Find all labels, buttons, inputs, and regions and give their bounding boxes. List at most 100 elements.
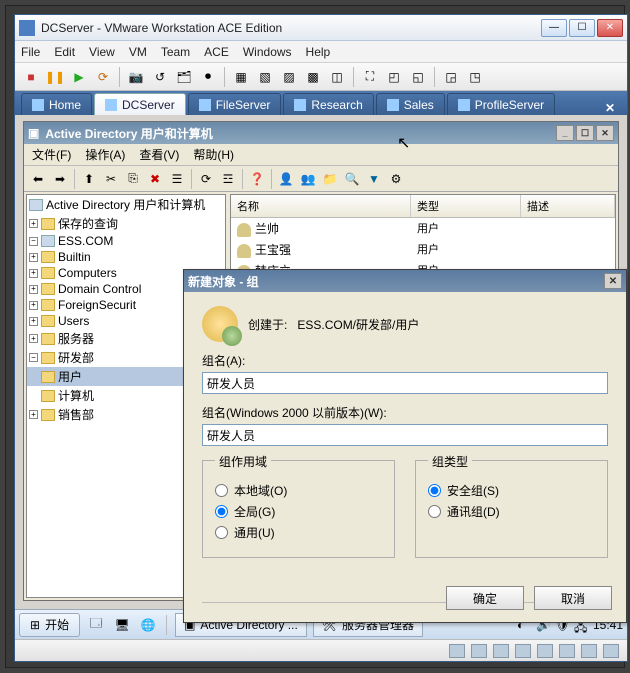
tab-fileserver[interactable]: FileServer [188,93,282,115]
col-type[interactable]: 类型 [411,195,521,217]
status-floppy-icon[interactable] [493,644,509,658]
unity-icon[interactable]: ◰ [384,67,404,87]
maximize-button[interactable]: ☐ [569,19,595,37]
tb-icon-6[interactable]: ◱ [408,67,428,87]
tab-research[interactable]: Research [283,93,373,115]
list-row[interactable]: 王宝强用户 [231,239,615,260]
status-sound-icon[interactable] [559,644,575,658]
quick-ie-icon[interactable]: 🌐 [138,615,158,635]
group-name-input[interactable] [202,372,608,394]
dialog-titlebar: 新建对象 - 组 ✕ [184,270,626,292]
reset-icon[interactable]: ⟳ [93,67,113,87]
tb-icon-8[interactable]: ◳ [465,67,485,87]
status-hd-icon[interactable] [449,644,465,658]
type-dist-radio[interactable] [428,505,441,518]
tb-icon-7[interactable]: ◲ [441,67,461,87]
ad-menu-view[interactable]: 查看(V) [139,146,179,163]
tb-icon-2[interactable]: ▧ [255,67,275,87]
tab-close-icon[interactable]: ✕ [599,101,621,115]
ad-menu-action[interactable]: 操作(A) [85,146,125,163]
tb-icon-4[interactable]: ▩ [303,67,323,87]
status-printer-icon[interactable] [581,644,597,658]
refresh-icon[interactable]: ⟳ [196,169,216,189]
menu-view[interactable]: View [89,45,115,59]
status-usb-icon[interactable] [537,644,553,658]
status-tools-icon[interactable] [603,644,619,658]
ad-close-button[interactable]: ✕ [596,125,614,141]
new-user-icon[interactable]: 👤 [276,169,296,189]
quick-explorer-icon[interactable]: 🗔 [86,615,106,635]
filter-icon[interactable]: ▼ [364,169,384,189]
ou-icon [41,390,55,402]
menu-team[interactable]: Team [161,45,190,59]
dialog-close-button[interactable]: ✕ [604,273,622,289]
minimize-button[interactable]: — [541,19,567,37]
monitor-icon [105,99,117,111]
forward-icon[interactable]: ➡ [50,169,70,189]
ad-root-icon [29,199,43,211]
find-icon[interactable]: 🔍 [342,169,362,189]
menu-file[interactable]: File [21,45,40,59]
ad-menu-file[interactable]: 文件(F) [32,146,71,163]
up-icon[interactable]: ⬆ [79,169,99,189]
menu-edit[interactable]: Edit [54,45,75,59]
ad-titlebar: ▣ Active Directory 用户和计算机 _ ☐ ✕ [24,122,618,144]
ad-minimize-button[interactable]: _ [556,125,574,141]
cancel-button[interactable]: 取消 [534,586,612,610]
properties-icon[interactable]: ☰ [167,169,187,189]
status-cd-icon[interactable] [471,644,487,658]
monitor-icon [294,99,306,111]
scope-global-radio[interactable] [215,505,228,518]
tab-profileserver[interactable]: ProfileServer [447,93,555,115]
scope-local-radio[interactable] [215,484,228,497]
col-name[interactable]: 名称 [231,195,411,217]
type-security-radio[interactable] [428,484,441,497]
new-group-icon[interactable]: 👥 [298,169,318,189]
ok-button[interactable]: 确定 [446,586,524,610]
ad-menubar: 文件(F) 操作(A) 查看(V) 帮助(H) [24,144,618,166]
list-icon[interactable]: ☲ [218,169,238,189]
play-icon[interactable]: ▶ [69,67,89,87]
copy-icon[interactable]: ⎘ [123,169,143,189]
tab-home[interactable]: Home [21,93,92,115]
manage-snapshot-icon[interactable]: 🗂 [174,67,194,87]
tree-builtin[interactable]: +Builtin [27,249,225,265]
menu-ace[interactable]: ACE [204,45,229,59]
pause-icon[interactable]: ❚❚ [45,67,65,87]
back-icon[interactable]: ⬅ [28,169,48,189]
tb-icon-3[interactable]: ▨ [279,67,299,87]
options-icon[interactable]: ⚙ [386,169,406,189]
snapshot-icon[interactable]: 📷 [126,67,146,87]
revert-icon[interactable]: ↺ [150,67,170,87]
tab-sales[interactable]: Sales [376,93,445,115]
delete-icon[interactable]: ✖ [145,169,165,189]
new-ou-icon[interactable]: 📁 [320,169,340,189]
home-icon [32,99,44,111]
win2000-name-input[interactable] [202,424,608,446]
scope-universal-radio[interactable] [215,526,228,539]
tb-icon-5[interactable]: ◫ [327,67,347,87]
tree-domain[interactable]: −ESS.COM [27,233,225,249]
stop-icon[interactable]: ■ [21,67,41,87]
tab-dcserver[interactable]: DCServer [94,93,186,115]
list-row[interactable]: 兰帅用户 [231,218,615,239]
start-button[interactable]: ⊞开始 [19,613,80,637]
status-net-icon[interactable] [515,644,531,658]
monitor-icon [199,99,211,111]
menu-windows[interactable]: Windows [243,45,292,59]
ou-icon [41,409,55,421]
ad-maximize-button[interactable]: ☐ [576,125,594,141]
fullscreen-icon[interactable]: ⛶ [360,67,380,87]
tree-saved[interactable]: +保存的查询 [27,214,225,233]
help-icon[interactable]: ❓ [247,169,267,189]
cut-icon[interactable]: ✂ [101,169,121,189]
record-icon[interactable]: ⏺ [198,67,218,87]
quick-desktop-icon[interactable]: 🖥 [112,615,132,635]
ad-title: Active Directory 用户和计算机 [45,125,554,142]
ad-menu-help[interactable]: 帮助(H) [193,146,234,163]
col-desc[interactable]: 描述 [521,195,615,217]
close-button[interactable]: ✕ [597,19,623,37]
menu-help[interactable]: Help [306,45,331,59]
tb-icon-1[interactable]: ▦ [231,67,251,87]
menu-vm[interactable]: VM [129,45,147,59]
